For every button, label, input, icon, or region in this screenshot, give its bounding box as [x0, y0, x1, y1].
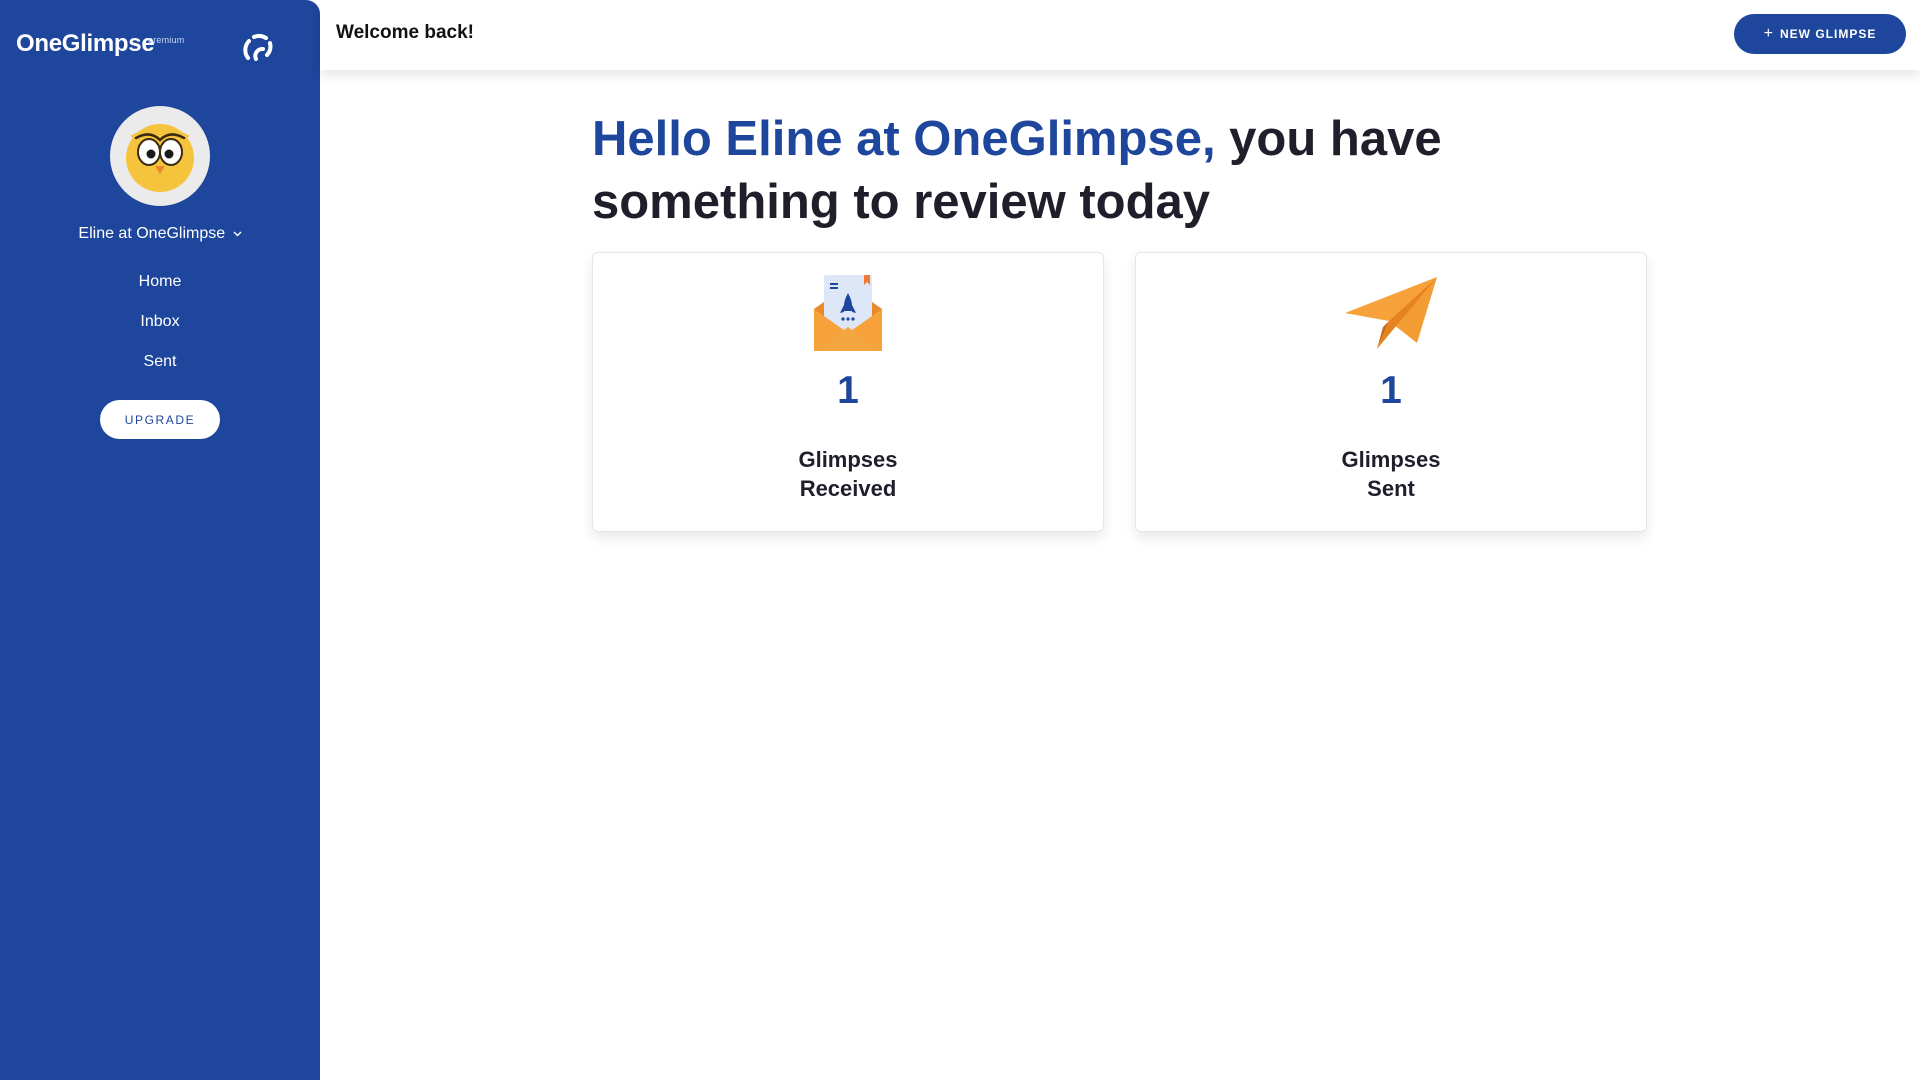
sent-label: Glimpses Sent: [1136, 445, 1646, 503]
owl-avatar-icon: [126, 124, 194, 192]
new-glimpse-button[interactable]: + NEW GLIMPSE: [1734, 14, 1906, 54]
sidebar-item-inbox[interactable]: Inbox: [0, 302, 320, 342]
collapse-sidebar-button[interactable]: [236, 26, 280, 70]
refresh-arc-icon: [243, 33, 273, 61]
top-bar: Welcome back! + NEW GLIMPSE: [320, 0, 1920, 70]
glimpses-sent-card[interactable]: 1 Glimpses Sent: [1135, 252, 1647, 532]
paper-plane-icon: [1345, 277, 1437, 349]
envelope-rocket-icon: [814, 275, 882, 351]
sidebar-item-sent[interactable]: Sent: [0, 342, 320, 382]
user-menu[interactable]: Eline at OneGlimpse: [0, 225, 320, 243]
received-label: Glimpses Received: [593, 445, 1103, 503]
sidebar-nav: Home Inbox Sent: [0, 262, 320, 382]
upgrade-button[interactable]: UPGRADE: [100, 400, 220, 439]
sent-label-line1: Glimpses: [1341, 447, 1441, 472]
plus-icon: +: [1763, 25, 1774, 42]
received-count: 1: [837, 369, 859, 412]
received-label-line1: Glimpses: [798, 447, 898, 472]
premium-tag: premium: [148, 35, 185, 45]
glimpses-received-card[interactable]: 1 Glimpses Received: [592, 252, 1104, 532]
card-icon-wrap: [593, 271, 1103, 353]
user-name: Eline at OneGlimpse: [78, 225, 226, 242]
greeting-accent: Hello Eline at OneGlimpse,: [592, 112, 1216, 166]
new-glimpse-label: NEW GLIMPSE: [1780, 27, 1877, 41]
sent-label-line2: Sent: [1367, 476, 1415, 501]
chevron-down-icon: [233, 231, 242, 237]
app: OneGlimpse premium Eline at OneGlimpse H…: [0, 0, 1920, 1080]
received-label-line2: Received: [799, 476, 897, 501]
sent-count: 1: [1380, 369, 1402, 412]
greeting-headline: Hello Eline at OneGlimpse, you have some…: [592, 108, 1572, 234]
sidebar-item-home[interactable]: Home: [0, 262, 320, 302]
card-icon-wrap: [1136, 271, 1646, 353]
sidebar: OneGlimpse premium Eline at OneGlimpse H…: [0, 0, 320, 1080]
page-title: Welcome back!: [336, 22, 474, 43]
brand-logo[interactable]: OneGlimpse: [16, 30, 155, 58]
avatar[interactable]: [110, 106, 210, 206]
